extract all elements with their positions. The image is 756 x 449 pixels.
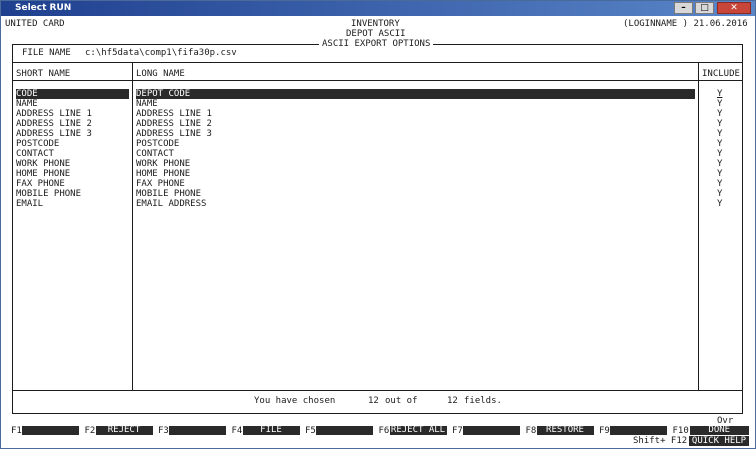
include-flag-cell[interactable]: Y [717, 199, 722, 209]
long-name-cell[interactable]: WORK PHONE [136, 159, 190, 169]
divider [698, 62, 699, 390]
close-icon[interactable]: ✕ [717, 2, 751, 14]
fkey-blank-button[interactable] [22, 426, 79, 435]
include-flag-cell[interactable]: Y [717, 179, 722, 189]
fkey-number: F1 [11, 426, 22, 436]
fkey-number: F8 [525, 426, 537, 436]
terminal-screen: UNITED CARD INVENTORY (LOGINNAME ) 21.06… [1, 16, 755, 448]
short-name-cell[interactable]: HOME PHONE [16, 169, 70, 179]
short-name-cell[interactable]: NAME [16, 99, 38, 109]
include-flag-cell[interactable]: Y [717, 119, 722, 129]
include-flag-cell[interactable]: Y [717, 159, 722, 169]
long-name-cell[interactable]: NAME [136, 99, 158, 109]
long-name-cell[interactable]: CONTACT [136, 149, 174, 159]
long-name-cell[interactable]: HOME PHONE [136, 169, 190, 179]
include-flag-cell[interactable]: Y [717, 99, 722, 109]
column-header-long-name: LONG NAME [136, 69, 185, 79]
fkey-number: F7 [452, 426, 463, 436]
fkey-number: F10 [672, 426, 689, 436]
chosen-count: 12 [368, 396, 379, 406]
minimize-icon[interactable]: – [674, 2, 693, 14]
total-count: 12 [447, 396, 458, 406]
fkey-number: F2 [84, 426, 96, 436]
long-name-cell[interactable]: MOBILE PHONE [136, 189, 201, 199]
window-title: Select RUN [15, 3, 72, 13]
fkey-number: F9 [599, 426, 610, 436]
export-options-panel [12, 44, 743, 414]
fkey-reject-button[interactable]: REJECT [95, 426, 153, 435]
long-name-cell[interactable]: POSTCODE [136, 139, 179, 149]
module-name: INVENTORY [351, 19, 400, 29]
column-header-include: INCLUDE [702, 69, 740, 79]
shift-f12-key: Shift+ F12 [633, 436, 688, 446]
status-suffix: fields. [464, 396, 502, 406]
panel-title: ASCII EXPORT OPTIONS [319, 39, 434, 49]
user-date: (LOGINNAME ) 21.06.2016 [623, 19, 748, 29]
include-flag-cell[interactable]: Y [717, 149, 722, 159]
status-middle: out of [385, 396, 418, 406]
long-name-cell[interactable]: ADDRESS LINE 1 [136, 109, 212, 119]
include-flag-cell[interactable]: Y [717, 169, 722, 179]
app-window: Select RUN – □ ✕ UNITED CARD INVENTORY (… [0, 0, 756, 449]
long-name-cell[interactable]: FAX PHONE [136, 179, 185, 189]
divider [12, 62, 743, 63]
short-name-cell[interactable]: CODE [16, 89, 129, 99]
long-name-cell[interactable]: ADDRESS LINE 3 [136, 129, 212, 139]
long-name-cell[interactable]: ADDRESS LINE 2 [136, 119, 212, 129]
quick-help-button[interactable]: QUICK HELP [689, 436, 749, 446]
include-flag-cell[interactable]: Y [717, 89, 722, 99]
fkey-done-button[interactable]: DONE [689, 426, 749, 435]
file-name-label: FILE NAME [22, 48, 71, 58]
short-name-cell[interactable]: MOBILE PHONE [16, 189, 81, 199]
include-flag-cell[interactable]: Y [717, 189, 722, 199]
fkey-blank-button[interactable] [169, 426, 226, 435]
divider [12, 80, 743, 81]
fkey-number: F3 [158, 426, 169, 436]
fkey-number: F4 [231, 426, 243, 436]
fkey-reject-all-button[interactable]: REJECT ALL [389, 426, 447, 435]
divider [12, 390, 743, 391]
divider [132, 62, 133, 390]
fkey-number: F5 [305, 426, 316, 436]
fkey-file-button[interactable]: FILE [242, 426, 300, 435]
status-prefix: You have chosen [254, 396, 336, 406]
short-name-cell[interactable]: ADDRESS LINE 1 [16, 109, 92, 119]
short-name-cell[interactable]: ADDRESS LINE 3 [16, 129, 92, 139]
title-bar[interactable]: Select RUN – □ ✕ [1, 1, 755, 16]
screen-name: DEPOT ASCII [346, 29, 406, 39]
short-name-cell[interactable]: EMAIL [16, 199, 43, 209]
fkey-blank-button[interactable] [316, 426, 373, 435]
fkey-blank-button[interactable] [610, 426, 667, 435]
company-name: UNITED CARD [5, 19, 65, 29]
maximize-icon[interactable]: □ [695, 2, 714, 14]
include-flag-cell[interactable]: Y [717, 109, 722, 119]
fkey-restore-button[interactable]: RESTORE [536, 426, 594, 435]
short-name-cell[interactable]: WORK PHONE [16, 159, 70, 169]
short-name-cell[interactable]: CONTACT [16, 149, 54, 159]
include-flag-cell[interactable]: Y [717, 139, 722, 149]
short-name-cell[interactable]: ADDRESS LINE 2 [16, 119, 92, 129]
column-header-short-name: SHORT NAME [16, 69, 71, 79]
long-name-cell[interactable]: EMAIL ADDRESS [136, 199, 206, 209]
long-name-cell[interactable]: DEPOT CODE [136, 89, 695, 99]
file-name-input[interactable]: c:\hf5data\comp1\fifa30p.csv [85, 48, 237, 58]
short-name-cell[interactable]: POSTCODE [16, 139, 59, 149]
include-flag-cell[interactable]: Y [717, 129, 722, 139]
short-name-cell[interactable]: FAX PHONE [16, 179, 65, 189]
fkey-number: F6 [378, 426, 390, 436]
fkey-blank-button[interactable] [463, 426, 520, 435]
